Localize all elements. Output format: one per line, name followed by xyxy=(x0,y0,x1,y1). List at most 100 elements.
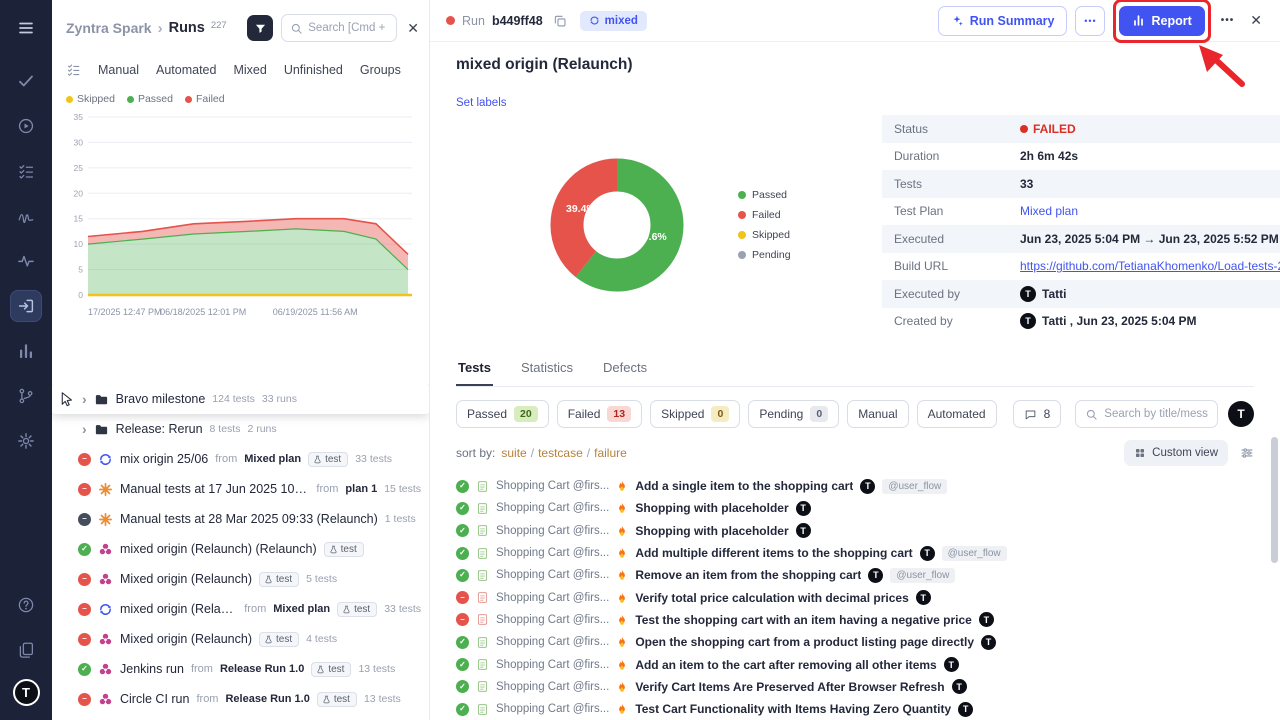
run-name[interactable]: Jenkins run xyxy=(120,662,184,676)
assignee-avatar[interactable]: T xyxy=(920,546,935,561)
filter-automated-button[interactable]: Automated xyxy=(917,400,997,428)
sidebar-gear-icon[interactable] xyxy=(10,425,42,457)
run-name[interactable]: Circle CI run xyxy=(120,692,189,706)
run-name[interactable]: Mixed origin (Relaunch) xyxy=(120,632,252,646)
build-url-link[interactable]: https://github.com/TetianaKhomenko/Load-… xyxy=(1020,259,1280,273)
sort-suite[interactable]: suite xyxy=(501,446,526,460)
sidebar-bar-chart-icon[interactable] xyxy=(10,335,42,367)
test-suite[interactable]: Shopping Cart @firs... xyxy=(496,614,609,626)
sidebar-check-icon[interactable] xyxy=(10,65,42,97)
filter-pending-button[interactable]: Pending0 xyxy=(748,400,839,428)
test-title[interactable]: Test the shopping cart with an item havi… xyxy=(635,613,972,627)
test-suite[interactable]: Shopping Cart @firs... xyxy=(496,480,609,492)
scrollbar[interactable] xyxy=(1270,0,1278,720)
test-title[interactable]: Add multiple different items to the shop… xyxy=(635,546,912,560)
test-row[interactable]: ✓Shopping Cart @firs...Add an item to th… xyxy=(456,653,1254,675)
run-name[interactable]: Mixed origin (Relaunch) xyxy=(120,572,252,586)
sort-failure[interactable]: failure xyxy=(594,446,627,460)
run-row[interactable]: ✓mixed origin (Relaunch) (Relaunch)test xyxy=(52,534,429,564)
project-name[interactable]: Zyntra Spark xyxy=(66,20,152,36)
runs-tab-mixed[interactable]: Mixed xyxy=(233,63,266,77)
view-settings-icon[interactable] xyxy=(1240,446,1254,460)
tests-search-input[interactable] xyxy=(1104,408,1208,420)
test-plan-link[interactable]: Mixed plan xyxy=(1020,204,1088,218)
test-row[interactable]: ✓Shopping Cart @firs...Test Cart Functio… xyxy=(456,698,1254,720)
sidebar-docs-icon[interactable] xyxy=(10,634,42,666)
test-suite[interactable]: Shopping Cart @firs... xyxy=(496,659,609,671)
run-row[interactable]: –Mixed origin (Relaunch)test5 tests xyxy=(52,564,429,594)
filter-skipped-button[interactable]: Skipped0 xyxy=(650,400,740,428)
test-suite[interactable]: Shopping Cart @firs... xyxy=(496,547,609,559)
set-labels-link[interactable]: Set labels xyxy=(456,97,507,109)
run-plan-name[interactable]: Mixed plan xyxy=(273,603,330,615)
run-row[interactable]: –Mixed origin (Relaunch)test4 tests xyxy=(52,624,429,654)
sidebar-signature-icon[interactable] xyxy=(10,200,42,232)
tab-statistics[interactable]: Statistics xyxy=(519,351,575,386)
comments-filter-button[interactable]: 8 xyxy=(1013,400,1062,428)
test-row[interactable]: ✓Shopping Cart @firs...Shopping with pla… xyxy=(456,520,1254,542)
test-row[interactable]: ✓Shopping Cart @firs...Add a single item… xyxy=(456,475,1254,497)
tab-tests[interactable]: Tests xyxy=(456,351,493,386)
assignee-avatar[interactable]: T xyxy=(979,612,994,627)
assignee-avatar[interactable]: T xyxy=(868,568,883,583)
runs-tab-manual[interactable]: Manual xyxy=(98,63,139,77)
run-name[interactable]: Manual tests at 28 Mar 2025 09:33 (Relau… xyxy=(120,512,378,526)
run-plan-name[interactable]: Release Run 1.0 xyxy=(220,663,304,675)
test-title[interactable]: Shopping with placeholder xyxy=(635,501,788,515)
runs-close-icon[interactable]: ✕ xyxy=(407,20,419,37)
runs-search[interactable] xyxy=(281,14,397,42)
sidebar-help-icon[interactable] xyxy=(10,589,42,621)
summary-more-button[interactable]: ••• xyxy=(1075,6,1105,36)
run-name[interactable]: Manual tests at 17 Jun 2025 10:09 xyxy=(120,482,309,496)
test-row[interactable]: ✓Shopping Cart @firs...Remove an item fr… xyxy=(456,564,1254,586)
runs-search-input[interactable] xyxy=(308,22,388,34)
test-row[interactable]: ✓Shopping Cart @firs...Verify Cart Items… xyxy=(456,676,1254,698)
run-name[interactable]: mixed origin (Relaunch) xyxy=(120,602,237,616)
test-title[interactable]: Open the shopping cart from a product li… xyxy=(635,635,974,649)
test-title[interactable]: Remove an item from the shopping cart xyxy=(635,568,861,582)
runs-tab-automated[interactable]: Automated xyxy=(156,63,216,77)
test-row[interactable]: ✓Shopping Cart @firs...Add multiple diff… xyxy=(456,542,1254,564)
run-row[interactable]: –Manual tests at 17 Jun 2025 10:09frompl… xyxy=(52,474,429,504)
assignee-avatar[interactable]: T xyxy=(796,523,811,538)
test-title[interactable]: Verify Cart Items Are Preserved After Br… xyxy=(635,680,944,694)
assignee-avatar[interactable]: T xyxy=(860,479,875,494)
filter-button[interactable] xyxy=(247,15,273,41)
sidebar-menu-icon[interactable] xyxy=(10,12,42,44)
test-suite[interactable]: Shopping Cart @firs... xyxy=(496,592,609,604)
run-plan-name[interactable]: Mixed plan xyxy=(244,453,301,465)
sidebar-play-icon[interactable] xyxy=(10,110,42,142)
assignee-avatar[interactable]: T xyxy=(981,635,996,650)
run-summary-button[interactable]: Run Summary xyxy=(938,6,1068,36)
copy-icon[interactable] xyxy=(553,14,567,28)
test-title[interactable]: Add an item to the cart after removing a… xyxy=(635,658,936,672)
test-title[interactable]: Verify total price calculation with deci… xyxy=(635,591,908,605)
run-row[interactable]: –Manual tests at 28 Mar 2025 09:33 (Rela… xyxy=(52,504,429,534)
run-plan-name[interactable]: plan 1 xyxy=(345,483,377,495)
assignee-avatar[interactable]: T xyxy=(796,501,811,516)
sidebar-enter-icon[interactable] xyxy=(10,290,42,322)
group-name[interactable]: Release: Rerun xyxy=(116,422,203,436)
runs-tab-groups[interactable]: Groups xyxy=(360,63,401,77)
test-title[interactable]: Shopping with placeholder xyxy=(635,524,788,538)
tests-search[interactable] xyxy=(1075,400,1218,428)
test-title[interactable]: Test Cart Functionality with Items Havin… xyxy=(635,702,951,716)
user-filter-avatar[interactable]: T xyxy=(1228,401,1254,427)
test-suite[interactable]: Shopping Cart @firs... xyxy=(496,703,609,715)
tab-defects[interactable]: Defects xyxy=(601,351,649,386)
group-row[interactable]: ›Bravo milestone124 tests33 runs xyxy=(52,384,429,414)
close-run-icon[interactable]: ✕ xyxy=(1250,12,1262,29)
test-row[interactable]: ✓Shopping Cart @firs...Open the shopping… xyxy=(456,631,1254,653)
assignee-avatar[interactable]: T xyxy=(916,590,931,605)
filter-manual-button[interactable]: Manual xyxy=(847,400,908,428)
sidebar-user-avatar[interactable]: T xyxy=(13,679,40,706)
report-button[interactable]: Report xyxy=(1119,6,1204,36)
filter-failed-button[interactable]: Failed13 xyxy=(557,400,642,428)
group-row[interactable]: ›Release: Rerun8 tests2 runs xyxy=(52,414,429,444)
chevron-right-icon[interactable]: › xyxy=(82,391,87,407)
sidebar-pulse-icon[interactable] xyxy=(10,245,42,277)
test-suite[interactable]: Shopping Cart @firs... xyxy=(496,681,609,693)
sidebar-checklist-icon[interactable] xyxy=(10,155,42,187)
test-suite[interactable]: Shopping Cart @firs... xyxy=(496,636,609,648)
run-name[interactable]: mixed origin (Relaunch) (Relaunch) xyxy=(120,542,317,556)
